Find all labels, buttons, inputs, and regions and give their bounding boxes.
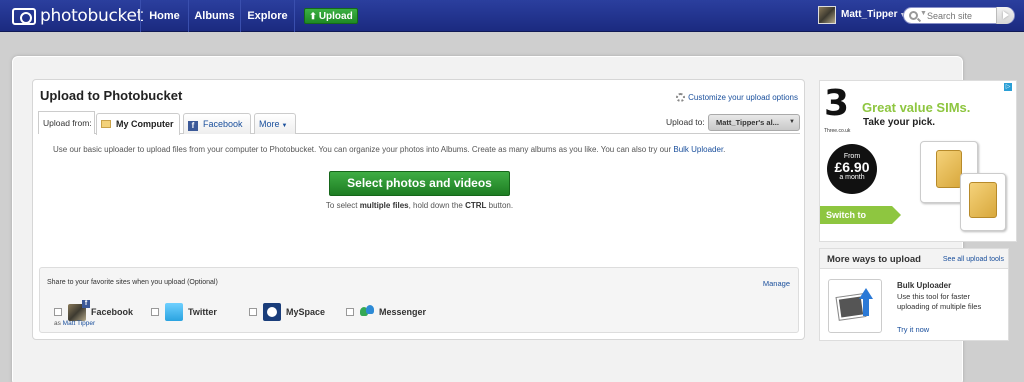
upload-to-label: Upload to: [666,117,705,127]
share-messenger: Messenger [346,305,426,319]
photobucket-logo[interactable]: photobucket [12,6,144,26]
tab-my-computer[interactable]: My Computer [96,113,180,135]
search-scope-chevron-icon[interactable]: ▼ [920,10,927,17]
upload-arrow-icon [859,288,873,299]
more-ways-title: More ways to upload [827,254,921,265]
see-all-upload-tools-link[interactable]: See all upload tools [943,256,1004,263]
more-ways-to-upload: More ways to upload See all upload tools… [819,248,1009,341]
logo-text: photobucket [40,6,144,26]
three-logo: 3 [824,83,850,124]
share-facebook-label: Facebook [91,307,134,317]
tab-more-label: More [259,119,280,129]
user-name-label: Matt_Tipper [841,9,898,20]
try-it-now-link[interactable]: Try it now [897,325,929,334]
customize-label: Customize your upload options [688,93,798,102]
more-ways-header: More ways to upload See all upload tools [820,249,1008,269]
folder-icon [101,120,111,128]
as-prefix: as [54,320,63,327]
share-twitter: Twitter [151,303,217,321]
upload-source-tabs: Upload from: My Computer f Facebook More ▼… [38,111,800,135]
ad-subline: Take your pick. [863,117,936,128]
hint-bold-text: CTRL [465,201,487,210]
share-twitter-checkbox[interactable] [151,308,159,316]
nav-divider [294,0,295,32]
facebook-account-link[interactable]: Matt Tipper [63,320,96,327]
share-messenger-label: Messenger [379,307,427,317]
facebook-account-text: as Matt Tipper [54,320,95,327]
hint-bold-text: multiple files [359,201,409,210]
search-submit-button[interactable] [996,7,1014,24]
facebook-icon: f [188,121,198,131]
tab-my-computer-label: My Computer [116,119,174,129]
three-advertisement[interactable]: ▷ 3 Three.co.uk Great value SIMs. Take y… [819,80,1017,242]
intro-end: . [723,145,726,154]
share-myspace-checkbox[interactable] [249,308,257,316]
share-facebook-checkbox[interactable] [54,308,62,316]
upload-arrow-icon: ⬆ [309,11,317,21]
messenger-icon [360,305,374,319]
album-select-value: Matt_Tipper's al... [716,118,779,127]
sim-chip-icon [936,150,962,188]
sim-chip-icon [969,182,997,218]
myspace-icon [263,303,281,321]
bulk-uploader-description: Use this tool for faster uploading of mu… [897,292,982,311]
nav-item-albums[interactable]: Albums [189,0,240,32]
page-title: Upload to Photobucket [40,88,183,103]
twitter-icon [165,303,183,321]
nav-item-home[interactable]: Home [141,0,188,32]
site-search: ▼ [903,7,1015,24]
share-twitter-label: Twitter [188,307,217,317]
upload-arrow-stem [863,298,869,316]
share-myspace-label: MySpace [286,307,326,317]
price-period: a month [839,174,865,181]
nav-item-explore[interactable]: Explore [241,0,294,32]
search-input[interactable] [927,9,997,22]
hint-text: , hold down the [408,201,466,210]
user-menu[interactable]: Matt_Tipper▼ [841,0,906,30]
gear-icon [676,93,686,102]
chevron-down-icon: ▼ [281,123,288,129]
bulk-uploader-link[interactable]: Bulk Uploader [673,145,723,154]
tab-facebook[interactable]: f Facebook [183,113,251,134]
user-avatar[interactable] [818,6,836,24]
three-logo-caption: Three.co.uk [824,128,851,134]
hint-text: button. [486,201,514,210]
album-select[interactable]: Matt_Tipper's al... ▼ [708,114,800,131]
search-icon[interactable] [909,11,918,20]
upload-from-label: Upload from: [38,111,95,134]
top-nav-bar: photobucket Home Albums Explore ⬆ Upload … [0,0,1024,32]
bulk-uploader-title: Bulk Uploader [897,281,952,290]
sim-card-image [960,173,1006,231]
share-messenger-checkbox[interactable] [346,308,354,316]
share-myspace: MySpace [249,303,326,321]
facebook-profile-icon [68,299,90,321]
nav-upload-label: Upload [318,11,353,22]
hint-text: To select [325,201,360,210]
manage-link[interactable]: Manage [763,279,790,288]
bulk-uploader-icon[interactable] [828,279,882,333]
switch-to-three-button[interactable]: Switch to Three [820,206,901,238]
intro-text: Use our basic uploader to upload files f… [53,145,674,154]
ad-headline: Great value SIMs. [862,100,971,115]
price-badge: From £6.90 a month [827,144,877,194]
logo-camera-icon [12,7,36,25]
price-value: £6.90 [834,159,870,175]
share-title: Share to your favorite sites when you up… [47,279,218,286]
share-options-box: Share to your favorite sites when you up… [39,267,799,333]
multiple-files-hint: To select multiple files, hold down the … [33,201,806,210]
chevron-down-icon: ▼ [789,119,795,125]
select-photos-button[interactable]: Select photos and videos [329,171,510,196]
upload-panel: Upload to Photobucket Customize your upl… [32,79,805,340]
share-facebook: Facebook [54,299,134,321]
tab-facebook-label: Facebook [203,119,243,129]
tab-more[interactable]: More ▼ [254,113,296,134]
customize-upload-options-link[interactable]: Customize your upload options [676,93,798,102]
uploader-intro-text: Use our basic uploader to upload files f… [53,145,725,154]
ad-choices-icon[interactable]: ▷ [1004,83,1012,91]
nav-upload-button[interactable]: ⬆ Upload [304,8,358,24]
